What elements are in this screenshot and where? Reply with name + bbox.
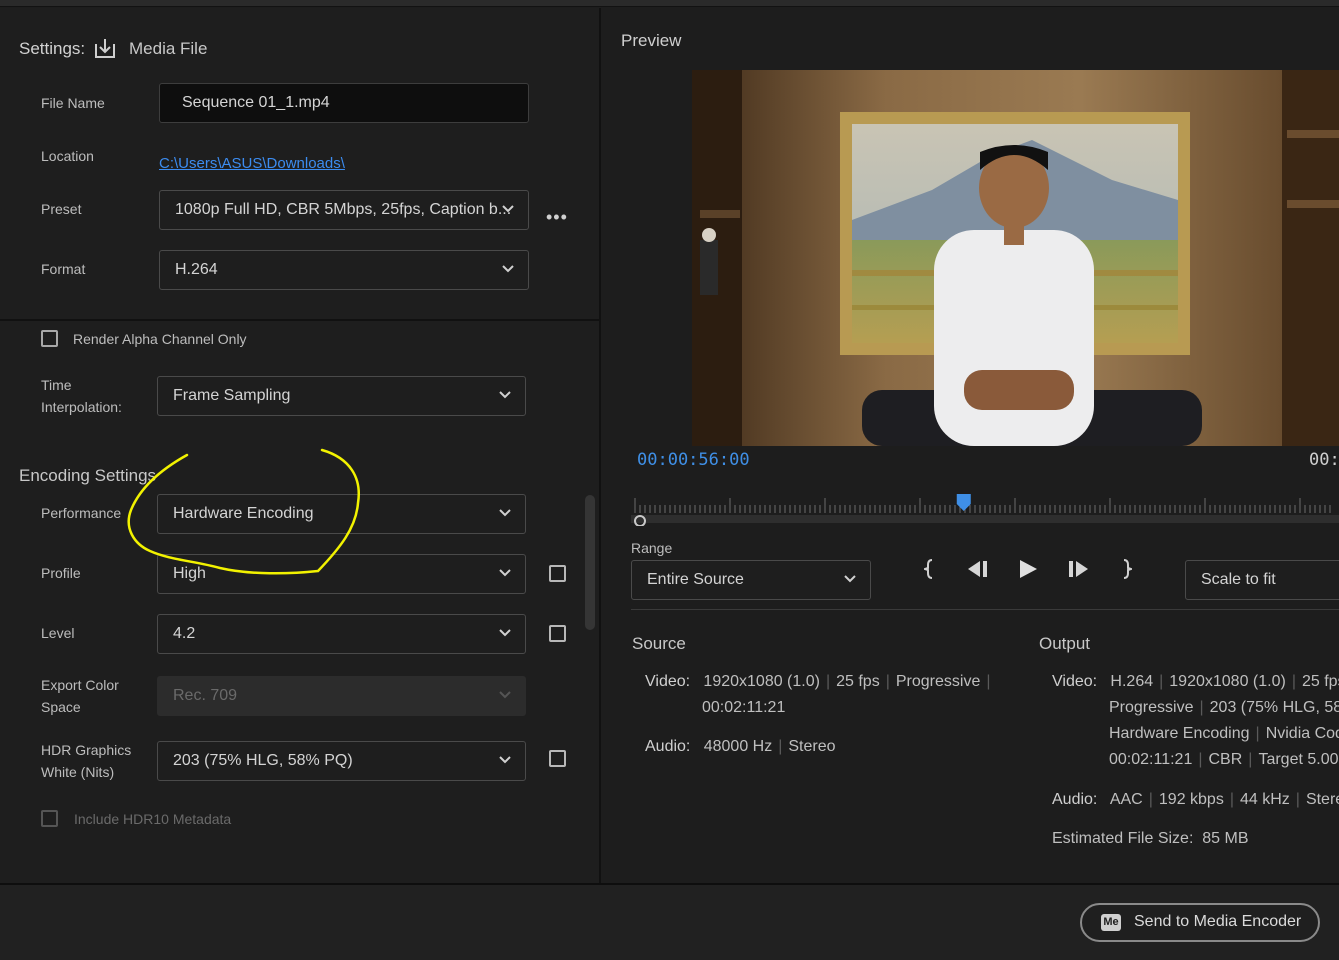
- output-video-line3: Hardware Encoding|Nvidia Code: [1109, 721, 1339, 747]
- output-encoding: Hardware Encoding: [1109, 725, 1250, 742]
- source-video-key: Video:: [645, 673, 691, 690]
- range-label: Range: [631, 540, 673, 556]
- output-duration: 00:02:11:21: [1109, 751, 1193, 768]
- range-dropdown[interactable]: Entire Source: [631, 560, 871, 600]
- step-forward-icon[interactable]: [1066, 556, 1090, 582]
- mark-in-icon[interactable]: [924, 556, 936, 582]
- output-title: Output: [1039, 634, 1091, 653]
- output-scan: Progressive: [1109, 699, 1194, 716]
- timeline-track[interactable]: [631, 515, 1339, 523]
- preview-title: Preview: [621, 31, 682, 50]
- source-video-line1: Video: 1920x1080 (1.0) | 25 fps | Progressiv…: [645, 673, 991, 690]
- send-to-media-encoder-button[interactable]: Me Send to Media Encoder: [1080, 903, 1320, 942]
- source-sample-rate: 48000 Hz: [703, 738, 773, 755]
- source-channels: Stereo: [788, 738, 836, 755]
- source-duration: 00:02:11:21: [702, 699, 786, 716]
- source-title: Source: [632, 634, 686, 653]
- timeline-ruler[interactable]: [631, 494, 1339, 526]
- source-audio-line: Audio: 48000 Hz | Stereo: [645, 738, 836, 755]
- estimated-file-size: Estimated File Size: 85 MB: [1052, 826, 1249, 852]
- output-video-line1: Video: H.264|1920x1080 (1.0)|25 fps|: [1052, 669, 1339, 695]
- video-frame-image: [692, 70, 1339, 446]
- file-size-value: 85 MB: [1202, 830, 1249, 847]
- output-encoder: Nvidia Code: [1265, 725, 1339, 742]
- title-bar-edge: [0, 0, 1339, 7]
- output-audio-codec: AAC: [1109, 791, 1143, 808]
- output-sample-rate: 44 kHz: [1239, 791, 1290, 808]
- output-bitrate-mode: CBR: [1208, 751, 1243, 768]
- settings-divider: [0, 319, 599, 321]
- output-target-bitrate: Target 5.00 Mb: [1258, 751, 1339, 768]
- range-value: Entire Source: [647, 571, 744, 588]
- step-back-icon[interactable]: [966, 556, 990, 582]
- output-video-key: Video:: [1052, 673, 1098, 690]
- panel-divider[interactable]: [599, 8, 601, 884]
- timeline-ticks: [634, 498, 1331, 513]
- preview-info-divider: [631, 609, 1339, 610]
- play-icon[interactable]: [1017, 556, 1039, 582]
- output-codec: H.264: [1110, 673, 1154, 690]
- source-fps: 25 fps: [836, 673, 880, 690]
- send-to-media-encoder-label: Send to Media Encoder: [1134, 913, 1302, 930]
- scale-dropdown[interactable]: Scale to fit: [1185, 560, 1339, 600]
- scale-value: Scale to fit: [1201, 571, 1276, 588]
- yellow-annotation-circle: [127, 448, 360, 575]
- output-channels: Stereo: [1305, 791, 1339, 808]
- output-fps: 25 fps: [1301, 673, 1339, 690]
- output-audio-line: Audio: AAC|192 kbps|44 kHz|Stereo: [1052, 787, 1339, 813]
- output-audio-key: Audio:: [1052, 791, 1098, 808]
- output-hdr: 203 (75% HLG, 58%: [1209, 699, 1339, 716]
- media-encoder-icon: Me: [1101, 914, 1121, 931]
- output-video-line4: 00:02:11:21|CBR|Target 5.00 Mb: [1109, 747, 1339, 773]
- output-video-line2: Progressive|203 (75% HLG, 58%: [1109, 695, 1339, 721]
- source-resolution: 1920x1080 (1.0): [703, 673, 820, 690]
- file-size-key: Estimated File Size:: [1052, 830, 1194, 847]
- output-audio-bitrate: 192 kbps: [1158, 791, 1224, 808]
- mark-out-icon[interactable]: [1120, 556, 1132, 582]
- playhead-marker[interactable]: [956, 494, 971, 511]
- output-resolution: 1920x1080 (1.0): [1169, 673, 1286, 690]
- current-timecode[interactable]: 00:00:56:00: [637, 450, 750, 470]
- end-timecode: 00:0: [1309, 450, 1339, 470]
- source-audio-key: Audio:: [645, 738, 691, 755]
- chevron-down-icon: [844, 575, 856, 583]
- preview-video-frame: [692, 70, 1339, 446]
- export-settings-panel: Settings: Media File File Name Sequence …: [0, 8, 599, 883]
- source-scan: Progressive: [895, 673, 981, 690]
